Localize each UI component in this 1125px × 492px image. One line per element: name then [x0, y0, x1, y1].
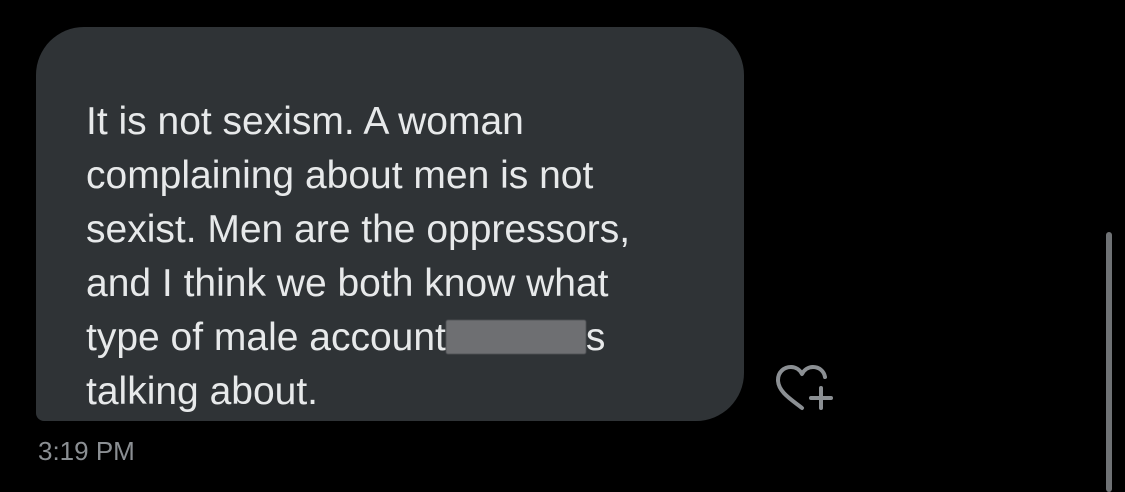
scrollbar[interactable]	[1106, 232, 1112, 492]
message-line: It is not sexism. A woman	[86, 100, 524, 143]
message-line: type of male account	[86, 316, 446, 359]
message-text: It is not sexism. A woman complaining ab…	[86, 95, 724, 419]
message-line: sexist. Men are the oppressors,	[86, 208, 631, 251]
message-line: and I think we both know what	[86, 262, 609, 305]
message-bubble[interactable]: It is not sexism. A woman complaining ab…	[36, 27, 744, 421]
message-line: talking about.	[86, 370, 319, 413]
message-line: complaining about men is not	[86, 154, 594, 197]
redaction-block	[445, 320, 586, 354]
add-reaction-button[interactable]	[772, 360, 838, 420]
message-line: s	[585, 316, 606, 359]
heart-plus-icon	[776, 365, 833, 410]
message-timestamp: 3:19 PM	[38, 436, 135, 466]
